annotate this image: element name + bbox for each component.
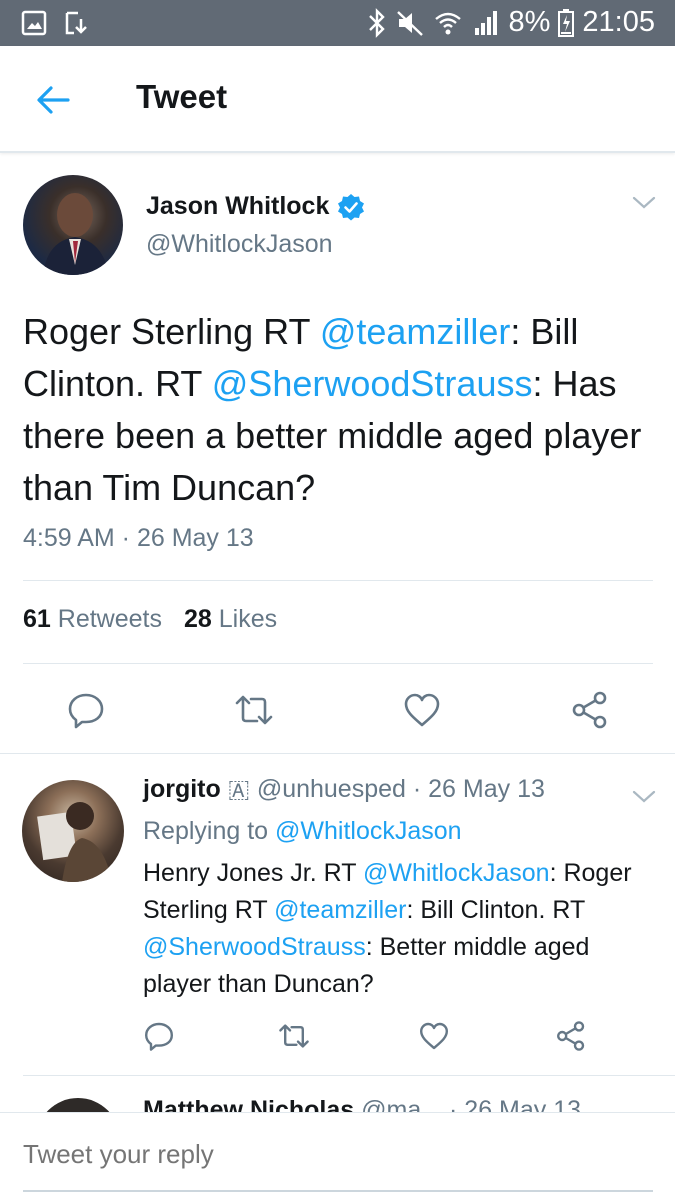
- reply-retweet-button[interactable]: [274, 1016, 314, 1056]
- retweets-label: Retweets: [57, 605, 162, 633]
- verified-icon: [338, 193, 365, 220]
- likes-stat[interactable]: 28 Likes: [184, 605, 277, 634]
- reply-author-name[interactable]: jorgito: [143, 775, 221, 803]
- reply-icon: [68, 693, 104, 729]
- share-icon: [572, 691, 607, 729]
- avatar-image: [37, 802, 112, 882]
- reply-author-handle[interactable]: @unhuesped: [257, 775, 406, 803]
- retweet-icon: [279, 1024, 309, 1048]
- divider: [23, 663, 653, 664]
- gallery-icon: [21, 10, 47, 36]
- reply-reply-button[interactable]: [139, 1016, 179, 1056]
- mention-link[interactable]: @SherwoodStrauss: [143, 933, 366, 961]
- mention-link[interactable]: @WhitlockJason: [363, 859, 550, 887]
- battery-percent: 8%: [508, 6, 551, 38]
- arrow-left-icon: [37, 86, 70, 114]
- reply-button[interactable]: [62, 686, 110, 734]
- like-button[interactable]: [398, 686, 446, 734]
- tweet-stats: 61 Retweets 28 Likes: [23, 605, 277, 634]
- heart-icon: [404, 693, 440, 727]
- likes-label: Likes: [218, 605, 278, 633]
- reply-like-button[interactable]: [414, 1016, 454, 1056]
- reply-text-segment: : Bill Clinton. RT: [406, 896, 585, 924]
- reply-compose-bar: [0, 1112, 675, 1200]
- wifi-icon: [434, 12, 461, 34]
- reply-input[interactable]: [23, 1139, 653, 1170]
- replying-prefix: Replying to: [143, 817, 276, 845]
- reply-author-avatar[interactable]: [22, 780, 124, 882]
- share-icon: [557, 1021, 585, 1051]
- reply-icon: [145, 1022, 173, 1051]
- reply-header: jorgito 🇦 @unhuesped · 26 May 13: [143, 775, 545, 804]
- bluetooth-icon: [368, 7, 385, 38]
- page-title: Tweet: [136, 78, 228, 115]
- mute-icon: [396, 10, 423, 36]
- heart-icon: [420, 1022, 448, 1050]
- divider: [0, 753, 675, 754]
- author-handle[interactable]: @WhitlockJason: [146, 230, 333, 259]
- reply-text-segment: Henry Jones Jr. RT: [143, 859, 363, 887]
- reply-date: · 26 May 13: [412, 775, 545, 803]
- avatar-image: [43, 193, 109, 275]
- app-bar: Tweet: [0, 46, 675, 153]
- tweet-text: Roger Sterling RT @teamziller: Bill Clin…: [23, 306, 663, 514]
- replying-to-link[interactable]: @WhitlockJason: [275, 817, 462, 845]
- clock: 21:05: [582, 6, 655, 38]
- author-name[interactable]: Jason Whitlock: [146, 192, 365, 221]
- next-reply-date: · 26 May 13: [449, 1096, 582, 1112]
- retweet-icon: [235, 695, 273, 725]
- input-underline: [23, 1190, 653, 1192]
- tweet-text-segment: Roger Sterling RT: [23, 311, 320, 352]
- status-bar: 8% 21:05: [0, 0, 675, 46]
- next-reply-header: Matthew Nicholas @ma... · 26 May 13: [143, 1096, 581, 1112]
- next-reply-handle[interactable]: @ma...: [361, 1096, 442, 1112]
- next-reply-row[interactable]: Matthew Nicholas @ma... · 26 May 13: [0, 1076, 675, 1112]
- author-avatar[interactable]: [23, 175, 123, 275]
- reply-text: Henry Jones Jr. RT @WhitlockJason: Roger…: [143, 855, 643, 1003]
- tweet-timestamp: 4:59 AM · 26 May 13: [23, 524, 254, 552]
- back-button[interactable]: [30, 80, 76, 120]
- mention-link[interactable]: @teamziller: [320, 311, 511, 352]
- replying-to: Replying to @WhitlockJason: [143, 817, 462, 846]
- reply-author-emoji: 🇦: [227, 775, 250, 803]
- likes-count: 28: [183, 605, 212, 633]
- reply-share-button[interactable]: [551, 1016, 591, 1056]
- retweet-button[interactable]: [230, 686, 278, 734]
- retweets-count: 61: [23, 605, 51, 633]
- battery-charging-icon: [558, 8, 575, 37]
- download-icon: [65, 11, 87, 35]
- retweets-stat[interactable]: 61 Retweets: [23, 605, 162, 634]
- author-name-text: Jason Whitlock: [146, 192, 330, 220]
- chevron-down-icon[interactable]: [630, 192, 658, 212]
- next-reply-avatar[interactable]: [36, 1098, 120, 1112]
- divider: [23, 580, 653, 581]
- mention-link[interactable]: @SherwoodStrauss: [212, 363, 533, 404]
- next-reply-author-name[interactable]: Matthew Nicholas: [143, 1096, 354, 1112]
- mention-link[interactable]: @teamziller: [274, 896, 406, 924]
- share-button[interactable]: [566, 686, 614, 734]
- chevron-down-icon[interactable]: [630, 786, 658, 806]
- signal-icon: [474, 10, 497, 35]
